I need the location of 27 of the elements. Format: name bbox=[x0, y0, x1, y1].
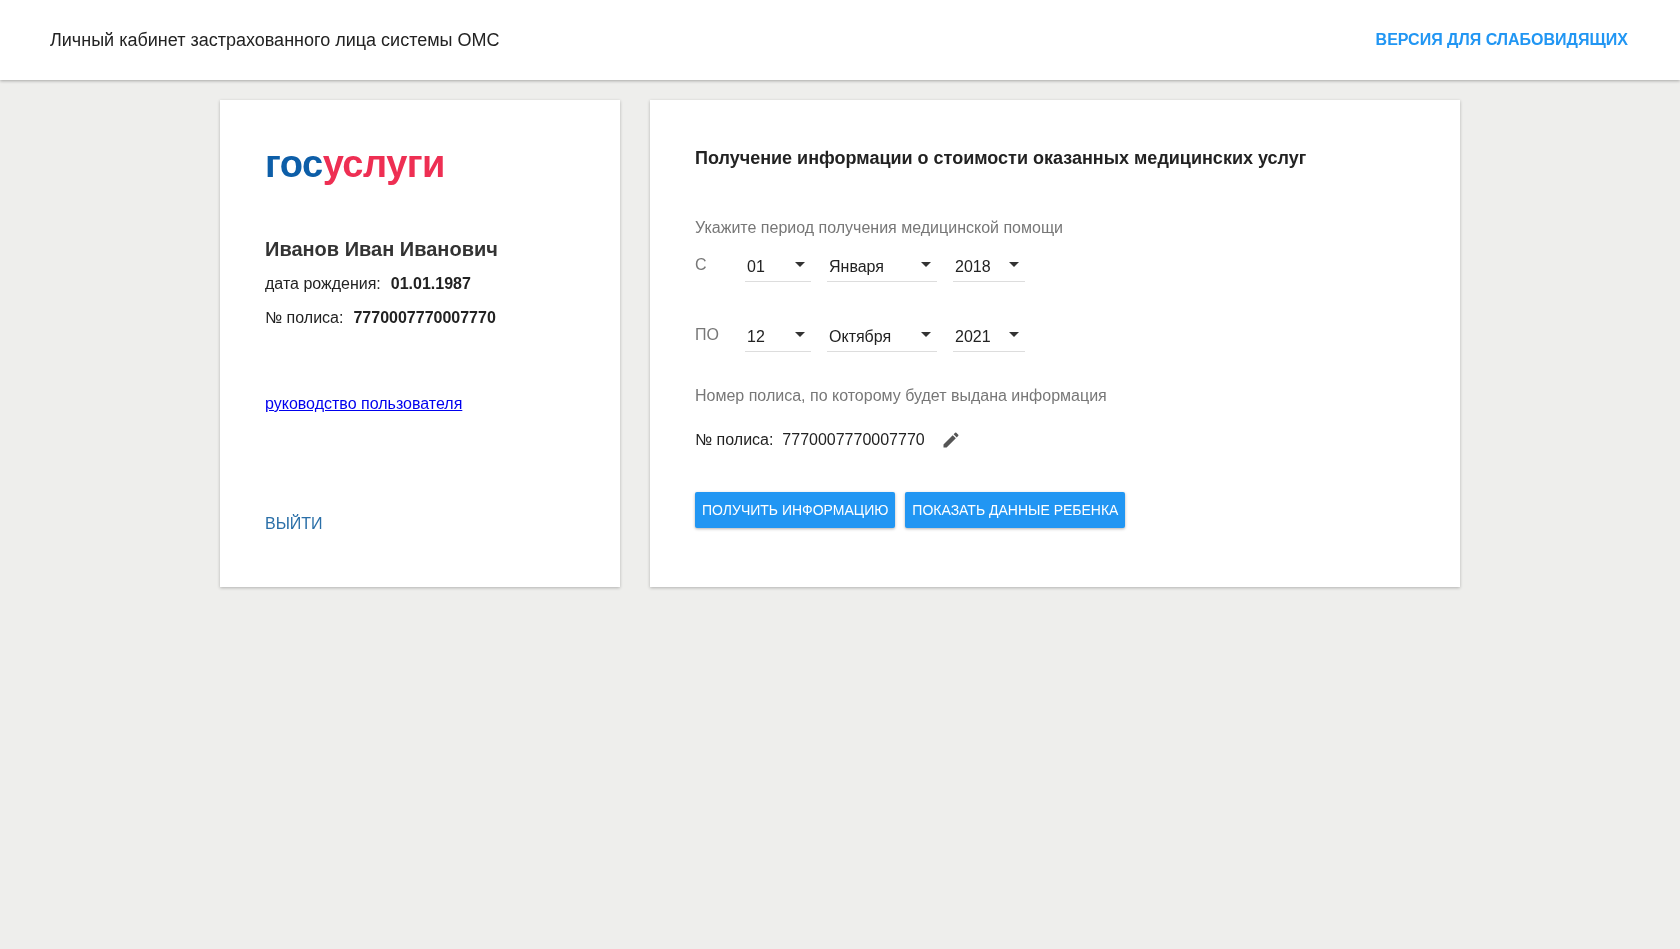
caret-icon bbox=[921, 262, 931, 267]
field-value: 7770007770007770 bbox=[353, 308, 496, 328]
year-select[interactable]: 2018 bbox=[953, 252, 1025, 282]
day-select[interactable]: 12 bbox=[745, 322, 811, 352]
year-select[interactable]: 2021 bbox=[953, 322, 1025, 352]
logout-link[interactable]: ВЫЙТИ bbox=[265, 515, 323, 532]
field-value: 01.01.1987 bbox=[390, 274, 471, 294]
caret-icon bbox=[1009, 262, 1019, 267]
month-select[interactable]: Октября bbox=[827, 322, 937, 352]
caret-icon bbox=[795, 332, 805, 337]
policy-number: № полиса: 7770007770007770 bbox=[695, 430, 925, 450]
period-label: ПО bbox=[695, 325, 720, 345]
caret-icon bbox=[1009, 332, 1019, 337]
policy-hint: Номер полиса, по которому будет выдана информация bbox=[695, 386, 1108, 406]
page-title: Личный кабинет застрахованного лица системы ОМС bbox=[50, 28, 500, 52]
period-hint: Укажите период получения медицинской помощи bbox=[695, 218, 1064, 238]
field-label: дата рождения: bbox=[265, 274, 381, 294]
month-select[interactable]: Января bbox=[827, 252, 937, 282]
caret-icon bbox=[921, 332, 931, 337]
user-name: Иванов Иван Иванович bbox=[265, 237, 499, 262]
period-label: С bbox=[695, 255, 708, 275]
gosuslugi-logo: госуслуги bbox=[265, 144, 446, 184]
caret-icon bbox=[795, 262, 805, 267]
day-select[interactable]: 01 bbox=[745, 252, 811, 282]
form-title: Получение информации о стоимости оказанных медицинских услуг bbox=[695, 147, 1308, 170]
field-label: № полиса: bbox=[265, 308, 344, 328]
user-guide-link[interactable]: руководство пользователя bbox=[265, 395, 463, 412]
